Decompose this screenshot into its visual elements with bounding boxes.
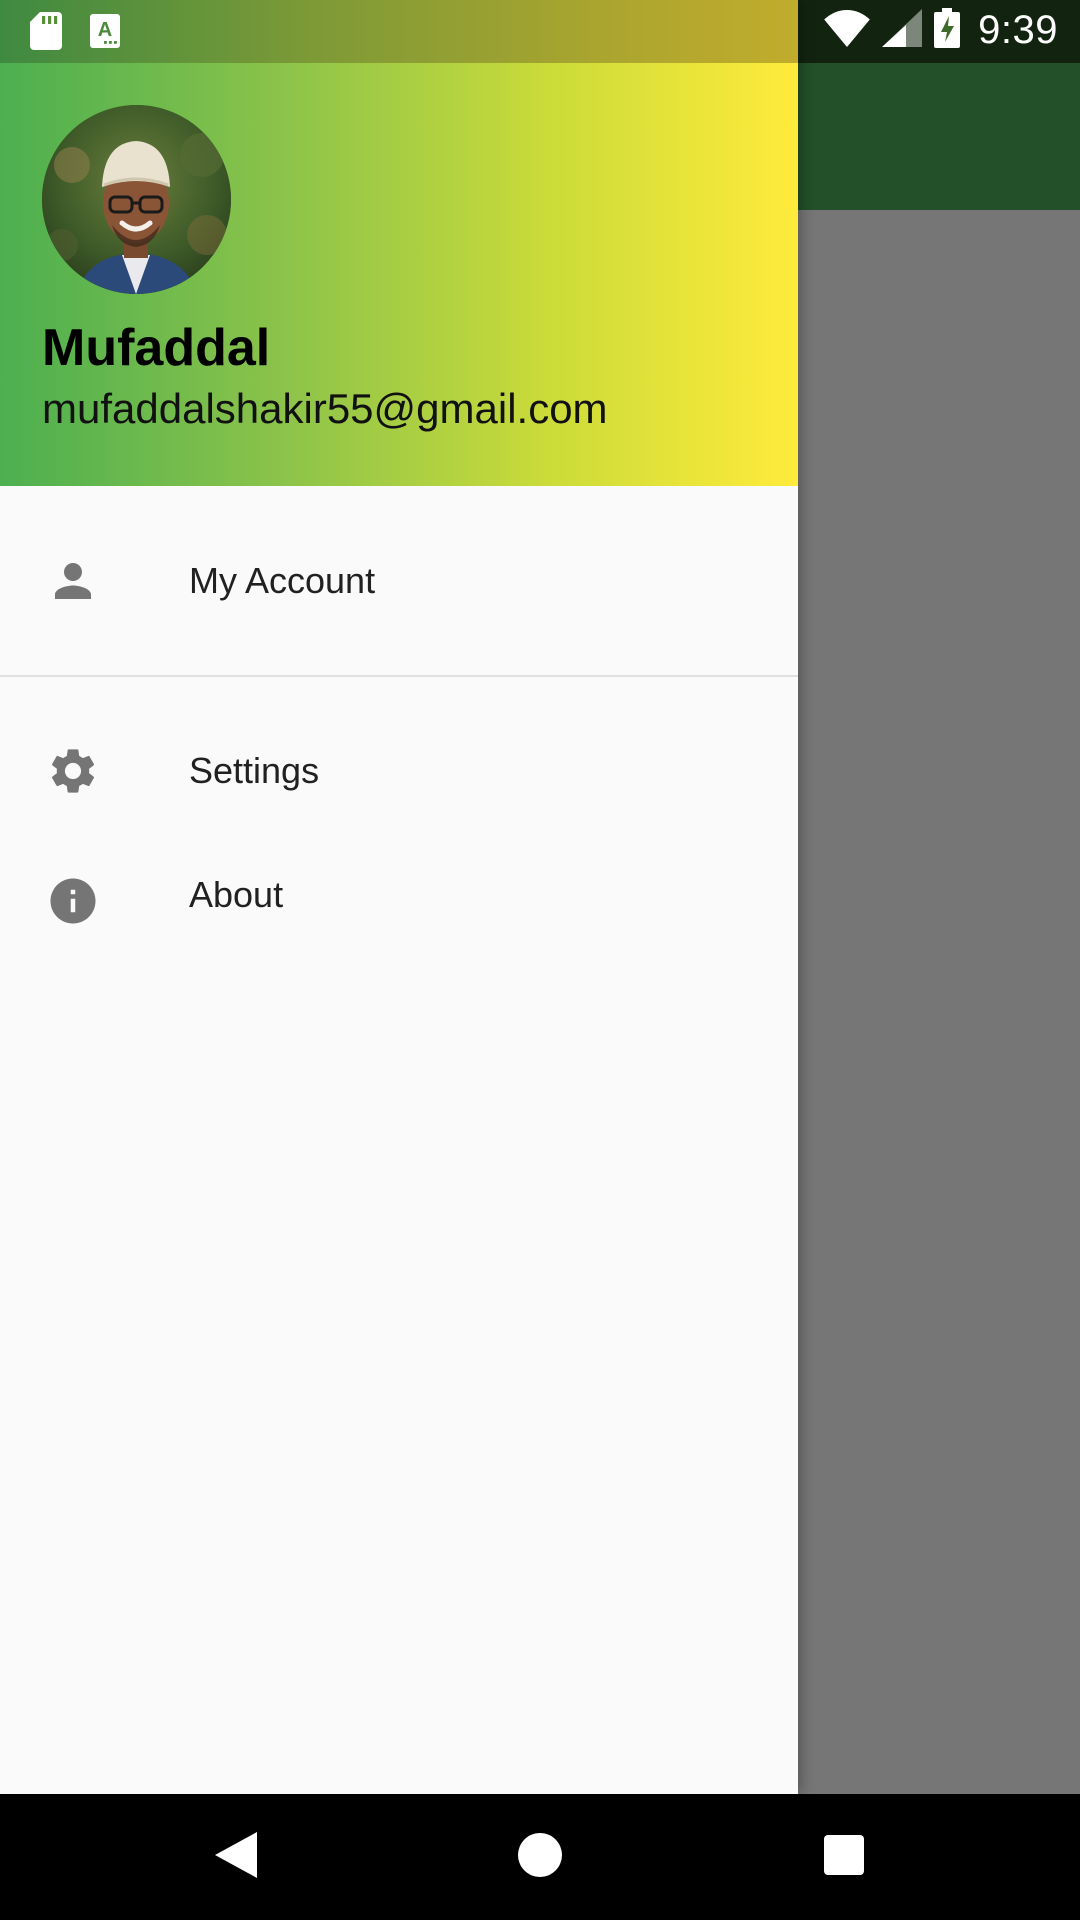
menu-item-settings[interactable]: Settings xyxy=(0,677,798,864)
profile-photo xyxy=(42,105,231,294)
info-icon xyxy=(46,874,100,928)
status-time: 9:39 xyxy=(978,8,1058,52)
battery-charging-icon xyxy=(934,8,961,53)
wifi-icon xyxy=(824,9,870,52)
home-button[interactable] xyxy=(477,1794,603,1920)
home-icon xyxy=(518,1832,562,1882)
sd-card-icon xyxy=(30,12,62,55)
drawer-menu: My Account Settings About xyxy=(0,486,798,972)
recents-button[interactable] xyxy=(781,1794,907,1920)
recents-icon xyxy=(824,1834,864,1880)
gear-icon xyxy=(46,744,100,798)
status-bar: A 9:39 xyxy=(0,0,1080,63)
back-button[interactable] xyxy=(173,1794,299,1920)
menu-item-label: About xyxy=(189,874,284,915)
menu-item-about[interactable]: About xyxy=(0,864,798,972)
menu-item-my-account[interactable]: My Account xyxy=(0,486,798,675)
person-icon xyxy=(46,554,100,608)
avatar[interactable] xyxy=(42,105,231,294)
text-recognition-icon: A xyxy=(90,14,120,53)
navigation-bar xyxy=(0,1794,1080,1920)
drawer-header: Mufaddal mufaddalshakir55@gmail.com xyxy=(0,63,798,486)
back-icon xyxy=(215,1831,257,1883)
account-email: mufaddalshakir55@gmail.com xyxy=(42,385,608,432)
svg-text:A: A xyxy=(98,19,112,41)
signal-icon xyxy=(882,9,923,52)
screen: Mufaddal mufaddalshakir55@gmail.com My A… xyxy=(0,0,1080,1920)
account-name: Mufaddal xyxy=(42,319,271,377)
menu-item-label: My Account xyxy=(189,559,376,601)
menu-item-label: Settings xyxy=(189,749,320,791)
navigation-drawer: Mufaddal mufaddalshakir55@gmail.com My A… xyxy=(0,0,798,1794)
